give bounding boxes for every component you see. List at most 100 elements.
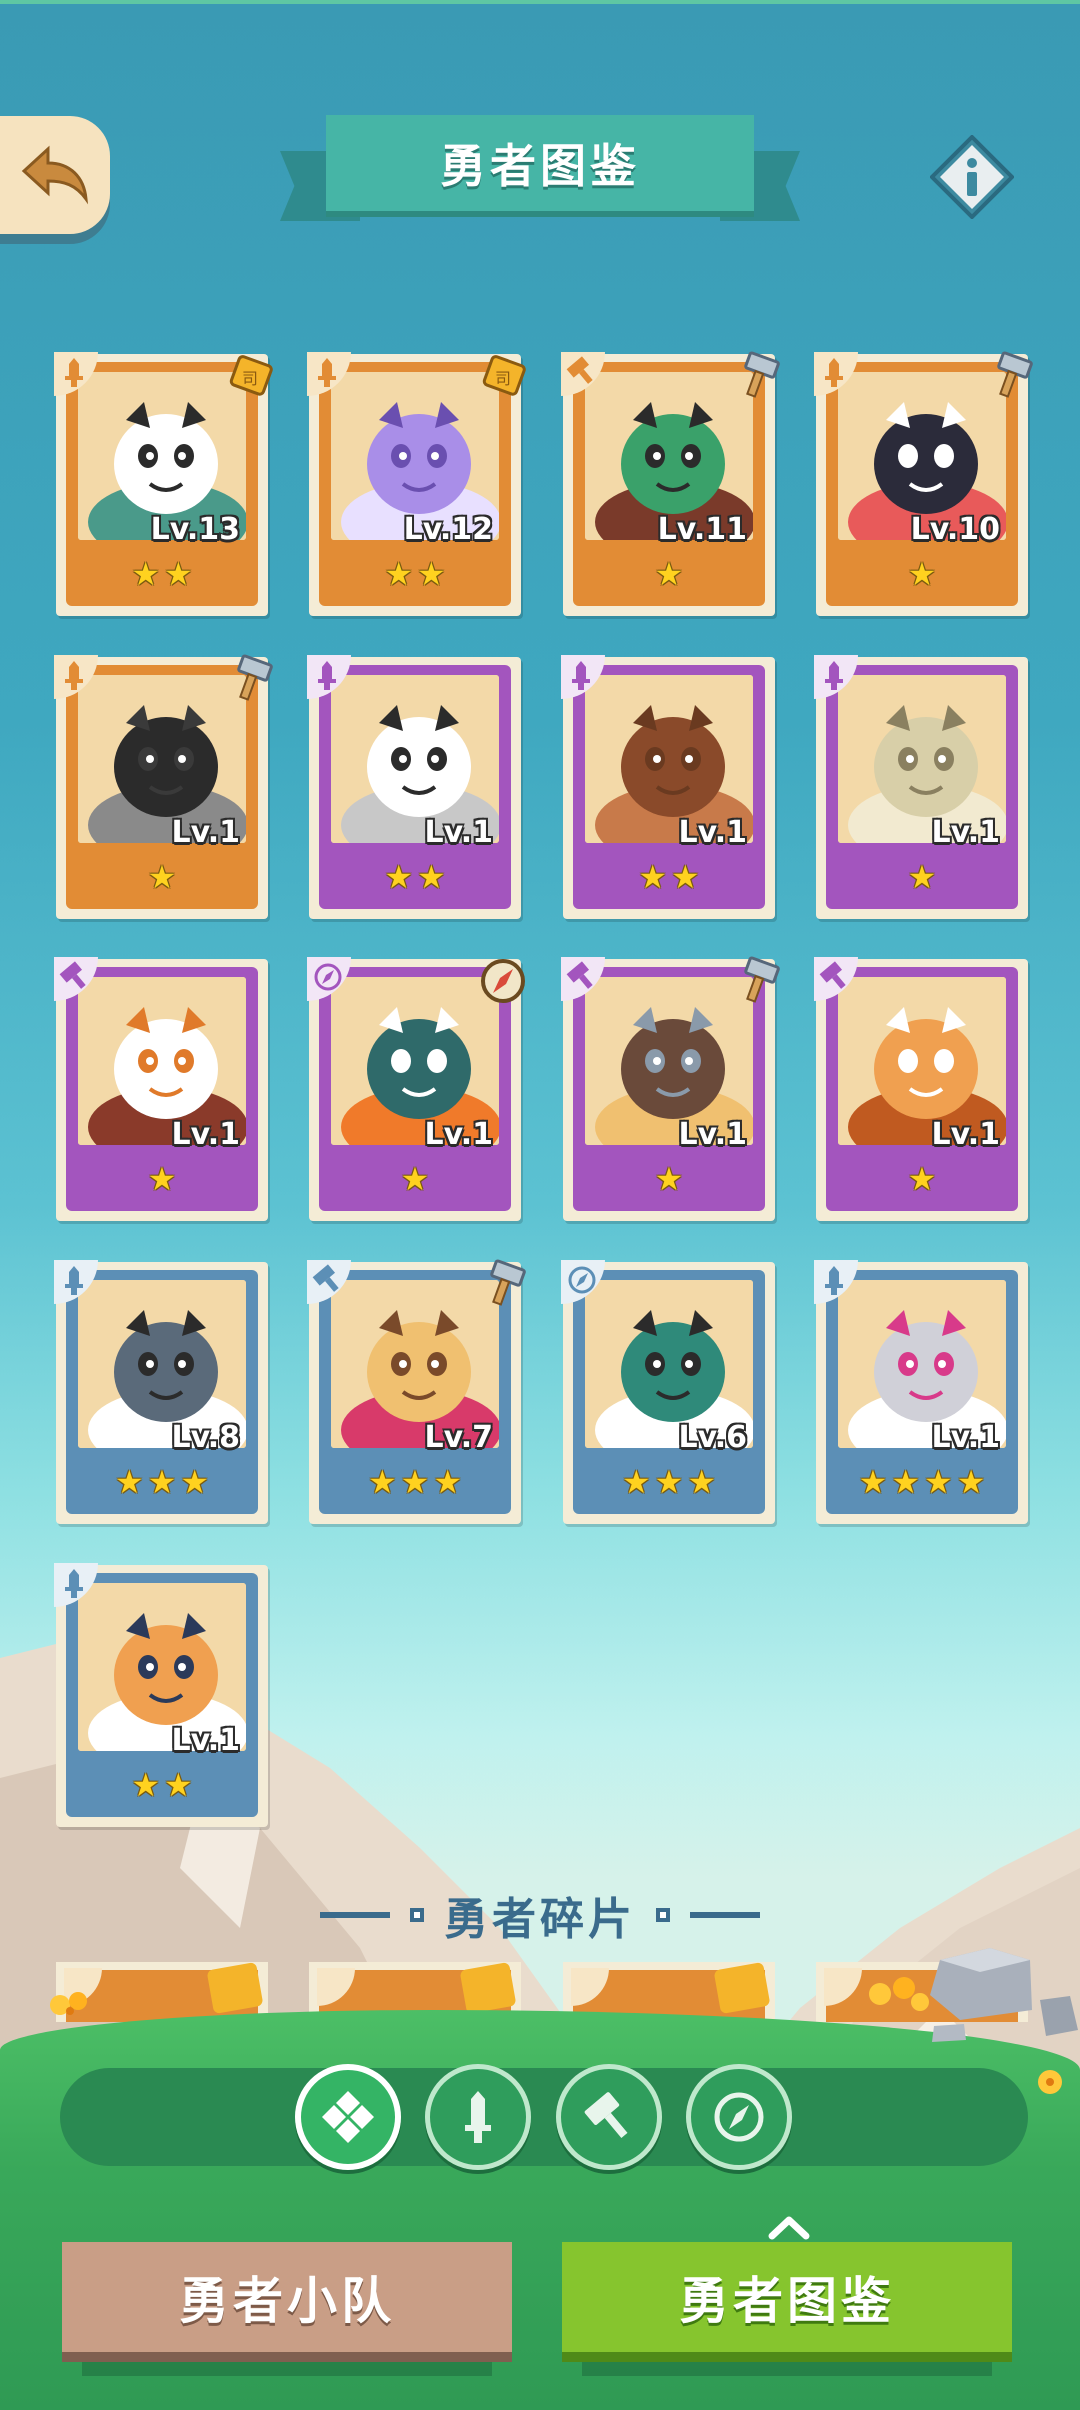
star-icon: ★ [621,1463,651,1501]
star-icon: ★ [367,1463,397,1501]
filter-sword-button[interactable] [425,2064,531,2170]
divider-line-right [690,1912,760,1918]
back-arrow-icon [21,145,88,205]
svg-text:司: 司 [495,369,511,388]
card-frame: Lv.1 ★ ★ [319,665,511,909]
star-icon: ★ [147,1160,177,1198]
star-rating: ★ ★ [66,1769,258,1801]
star-icon: ★ [654,555,684,593]
hero-card[interactable]: Lv.1 ★ [54,957,268,1221]
star-icon: ★ [891,1463,920,1501]
star-rating: ★ [826,558,1018,590]
star-icon: ★ [131,555,160,593]
sword-icon [465,2091,491,2143]
flower-decoration [869,1977,929,2011]
card-frame: Lv.1 ★ [66,967,258,1211]
fragments-title: 勇者碎片 [444,1894,636,1945]
hammer-icon [731,350,783,402]
hero-level: Lv.7 [424,1420,494,1455]
card-frame: Lv.6 ★ ★ ★ [573,1270,765,1514]
hero-level: Lv.8 [171,1420,241,1455]
filter-compass-button[interactable] [686,2064,792,2170]
tab-shadow [582,2362,992,2376]
hero-card[interactable]: Lv.10 ★ [814,351,1033,616]
svg-text:司: 司 [242,369,258,388]
chevron-up-icon [768,2216,810,2240]
divider-dot-right [656,1908,670,1922]
star-icon: ★ [384,858,413,896]
hammer-icon [584,2092,628,2138]
hero-level: Lv.1 [171,1723,241,1758]
fragments-header: 勇者碎片 [300,1885,780,1945]
star-icon: ★ [417,858,446,896]
star-rating: ★ ★ [66,558,258,590]
flower-decoration [1038,2070,1062,2094]
filter-hammer-button[interactable] [556,2064,662,2170]
hero-level: Lv.1 [931,815,1001,850]
star-rating: ★ ★ ★ [66,1466,258,1498]
divider-dot-left [410,1908,424,1922]
hero-card[interactable]: Lv.12 ★ ★ 司 [307,352,526,616]
top-accent-line [0,0,1080,4]
star-icon: ★ [924,1463,953,1501]
card-frame: Lv.1 ★ ★ [66,1573,258,1817]
hero-level: Lv.12 [403,512,493,547]
hero-level: Lv.13 [150,512,240,547]
hero-level: Lv.11 [657,512,747,547]
hammer-icon [984,350,1036,402]
hero-card[interactable]: Lv.6 ★ ★ ★ [561,1260,775,1524]
hero-card[interactable]: Lv.1 ★ [561,956,780,1221]
star-icon: ★ [417,555,446,593]
star-rating: ★ ★ [319,558,511,590]
hero-card[interactable]: Lv.1 ★ [814,957,1028,1221]
hero-level: Lv.1 [171,815,241,850]
star-icon: ★ [433,1463,463,1501]
hero-card[interactable]: Lv.1 ★ ★ [307,655,521,919]
hero-card[interactable]: Lv.11 ★ [561,351,780,616]
star-icon: ★ [907,555,937,593]
hero-card[interactable]: Lv.7 ★ ★ ★ [307,1259,526,1524]
hero-card[interactable]: Lv.1 ★ [814,655,1028,919]
card-frame: Lv.1 ★ ★ ★ ★ [826,1270,1018,1514]
scroll-icon: 司 [477,350,529,402]
hero-level: Lv.6 [678,1420,748,1455]
star-rating: ★ [573,1163,765,1195]
compass-icon [714,2092,764,2142]
star-rating: ★ ★ ★ ★ [826,1466,1018,1498]
star-icon: ★ [164,555,193,593]
compass-icon [477,955,529,1007]
star-icon: ★ [907,858,937,896]
star-rating: ★ [319,1163,511,1195]
hero-card[interactable]: Lv.1 ★ ★ [54,1563,268,1827]
card-frame: Lv.8 ★ ★ ★ [66,1270,258,1514]
hero-level: Lv.1 [424,815,494,850]
star-icon: ★ [400,1160,430,1198]
filter-all-button[interactable] [295,2064,401,2170]
tab-hero-dex[interactable]: 勇者图鉴 [562,2242,1012,2352]
hero-level: Lv.10 [910,512,1000,547]
tab-hero-team[interactable]: 勇者小队 [62,2242,512,2352]
star-icon: ★ [671,858,700,896]
page-title: 勇者图鉴 [326,115,754,211]
hero-card[interactable]: Lv.13 ★ ★ 司 [54,352,273,616]
star-icon: ★ [907,1160,937,1198]
back-button[interactable] [0,116,110,234]
star-icon: ★ [654,1463,684,1501]
star-icon: ★ [638,858,667,896]
hammer-icon [224,653,276,705]
hero-level: Lv.1 [931,1420,1001,1455]
hero-card[interactable]: Lv.8 ★ ★ ★ [54,1260,268,1524]
hero-card[interactable]: Lv.1 ★ ★ ★ ★ [814,1260,1028,1524]
star-icon: ★ [147,1463,177,1501]
hero-card[interactable]: Lv.1 ★ [307,957,525,1221]
info-icon[interactable] [930,135,1014,219]
hero-card[interactable]: Lv.1 ★ ★ [561,655,775,919]
hero-card[interactable]: Lv.1 ★ [54,654,273,919]
star-rating: ★ [66,1163,258,1195]
star-rating: ★ [826,1163,1018,1195]
star-rating: ★ ★ ★ [319,1466,511,1498]
star-icon: ★ [180,1463,210,1501]
card-frame: Lv.1 ★ ★ [573,665,765,909]
star-icon: ★ [384,555,413,593]
hero-level: Lv.1 [678,1117,748,1152]
